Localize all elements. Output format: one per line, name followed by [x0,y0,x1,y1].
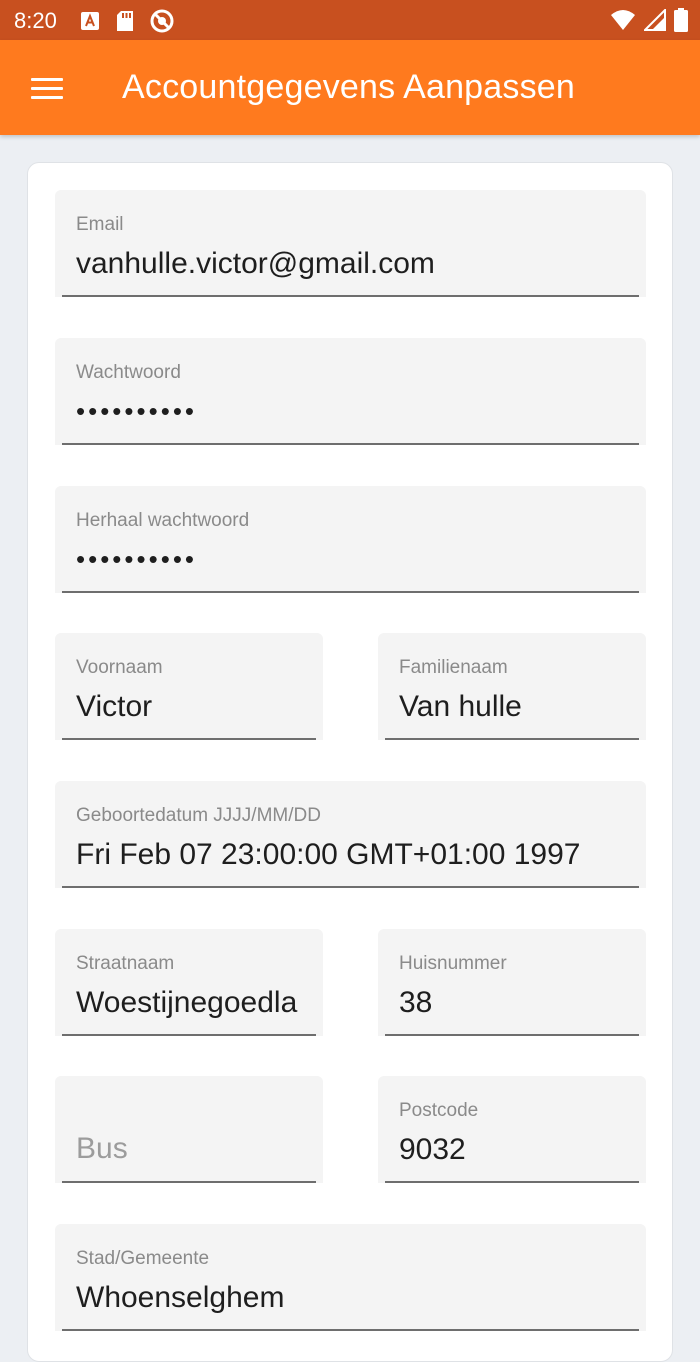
house-number-label: Huisnummer [399,953,507,974]
email-field[interactable]: Email vanhulle.victor@gmail.com [55,190,646,297]
repeat-password-field[interactable]: Herhaal wachtwoord •••••••••• [55,486,646,593]
city-field[interactable]: Stad/Gemeente Whoenselghem [55,1224,646,1331]
status-system-icons [610,7,688,37]
last-name-value: Van hulle [399,690,522,723]
city-underline [62,1329,639,1331]
last-name-underline [385,738,639,740]
password-field[interactable]: Wachtwoord •••••••••• [55,338,646,445]
font-icon [80,11,100,36]
repeat-password-underline [62,591,639,593]
hamburger-menu-icon[interactable] [22,66,72,110]
password-label: Wachtwoord [76,362,181,383]
street-label: Straatnaam [76,953,175,974]
street-field[interactable]: Straatnaam Woestijnegoedla [55,929,323,1036]
last-name-field[interactable]: Familienaam Van hulle [378,633,646,740]
status-notification-icons [80,9,174,38]
email-value: vanhulle.victor@gmail.com [76,247,435,280]
first-name-value: Victor [76,690,153,723]
password-value: •••••••••• [76,396,198,426]
email-label: Email [76,214,124,235]
status-bar: 8:20 [0,0,700,40]
status-time: 8:20 [14,8,57,33]
last-name-label: Familienaam [399,657,508,678]
account-form-card: Email vanhulle.victor@gmail.com Wachtwoo… [27,162,673,1362]
postcode-field[interactable]: Postcode 9032 [378,1076,646,1183]
house-number-field[interactable]: Huisnummer 38 [378,929,646,1036]
app-bar: Accountgegevens Aanpassen [0,40,700,135]
wifi-icon [610,9,636,36]
battery-icon [674,8,688,37]
bus-placeholder: Bus [76,1132,128,1165]
city-value: Whoenselghem [76,1281,285,1314]
first-name-label: Voornaam [76,657,163,678]
house-number-underline [385,1034,639,1036]
bus-underline [62,1181,316,1183]
repeat-password-label: Herhaal wachtwoord [76,510,250,531]
postcode-value: 9032 [399,1133,466,1166]
birthdate-underline [62,886,639,888]
birthdate-label: Geboortedatum JJJJ/MM/DD [76,805,321,826]
repeat-password-value: •••••••••• [76,544,198,574]
first-name-field[interactable]: Voornaam Victor [55,633,323,740]
street-underline [62,1034,316,1036]
house-number-value: 38 [399,986,433,1019]
city-label: Stad/Gemeente [76,1248,210,1269]
no-sync-icon [150,9,174,38]
bus-field[interactable]: Bus [55,1076,323,1183]
birthdate-value: Fri Feb 07 23:00:00 GMT+01:00 1997 [76,838,581,871]
password-underline [62,443,639,445]
birthdate-field[interactable]: Geboortedatum JJJJ/MM/DD Fri Feb 07 23:0… [55,781,646,888]
email-underline [62,295,639,297]
sd-card-icon [116,10,134,37]
postcode-underline [385,1181,639,1183]
page-title: Accountgegevens Aanpassen [122,68,576,106]
postcode-label: Postcode [399,1100,479,1121]
signal-icon [642,7,666,36]
first-name-underline [62,738,316,740]
street-value: Woestijnegoedla [76,986,298,1019]
